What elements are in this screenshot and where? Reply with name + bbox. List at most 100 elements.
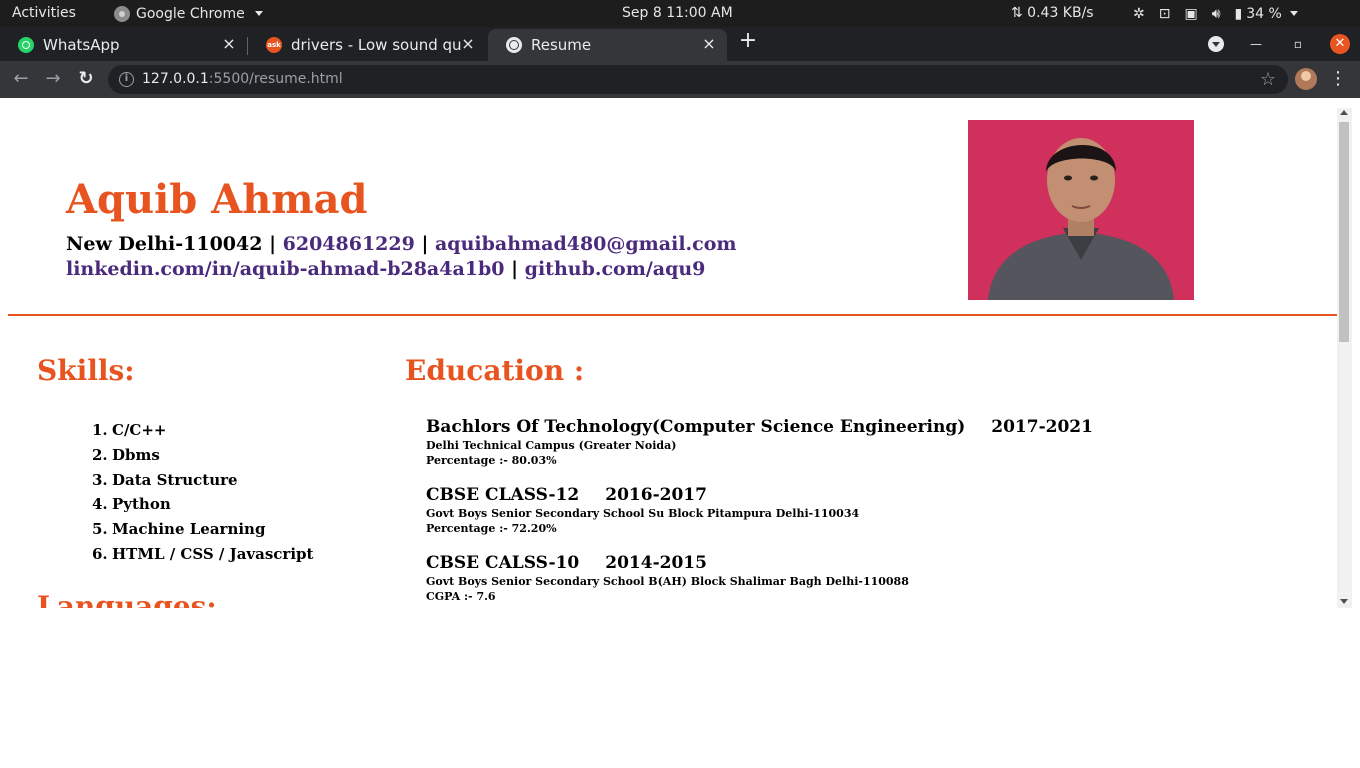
profile-photo [968, 120, 1194, 300]
education-entry: CBSE CALSS-10 2014-2015 Govt Boys Senior … [426, 552, 909, 604]
location: New Delhi-110042 [66, 233, 263, 255]
new-tab-button[interactable]: + [738, 30, 758, 52]
screen-icon[interactable]: ▣ [1184, 1, 1197, 27]
education-title-row: CBSE CLASS-12 2016-2017 [426, 484, 859, 506]
reload-button[interactable]: ↻ [75, 68, 97, 90]
profile-avatar[interactable] [1295, 68, 1317, 90]
window-close-button[interactable]: ✕ [1330, 34, 1350, 54]
scroll-up-arrow-icon[interactable] [1340, 110, 1348, 115]
maximize-button[interactable]: ▫ [1288, 34, 1308, 54]
tab-search-icon[interactable] [1208, 36, 1224, 52]
years: 2016-2017 [605, 485, 707, 505]
skills-heading: Skills: [37, 354, 135, 387]
system-top-bar: Activities Google Chrome Sep 8 11:00 AM … [0, 0, 1360, 27]
education-heading: Education : [405, 354, 585, 387]
scrollbar-thumb[interactable] [1339, 122, 1349, 342]
battery-indicator[interactable]: ▮ 34 % [1235, 1, 1298, 27]
languages-heading: Languages: [37, 590, 217, 608]
tab-title: WhatsApp [43, 36, 120, 54]
resume-name: Aquib Ahmad [66, 176, 368, 223]
browser-toolbar: ← → ↻ i 127.0.0.1:5500/resume.html ☆ [0, 61, 1360, 98]
years: 2014-2015 [605, 553, 707, 573]
skill-item: 6. HTML / CSS / Javascript [92, 544, 314, 563]
skill-label: Data Structure [112, 470, 238, 489]
tab-title: Resume [531, 36, 592, 54]
globe-icon [506, 37, 522, 53]
github-link[interactable]: github.com/aqu9 [525, 258, 706, 280]
separator: | [511, 258, 519, 280]
skill-label: Machine Learning [112, 520, 266, 539]
score: CGPA :- 7.6 [426, 590, 496, 603]
battery-level: 34 % [1246, 5, 1282, 22]
url-text[interactable]: 127.0.0.1:5500/resume.html [142, 71, 343, 87]
slack-icon[interactable]: ✲ [1133, 1, 1145, 27]
whatsapp-icon [18, 37, 34, 53]
tab-drivers[interactable]: ask drivers - Low sound qu × [248, 29, 486, 61]
bookmark-star-icon[interactable]: ☆ [1260, 69, 1276, 90]
forward-button[interactable]: → [42, 68, 64, 90]
drive-icon[interactable]: ⊡ [1159, 1, 1171, 27]
minimize-button[interactable]: — [1246, 34, 1266, 54]
skill-label: Python [112, 495, 171, 514]
url-path: :5500/resume.html [208, 71, 343, 87]
page-scrollbar[interactable] [1337, 108, 1352, 608]
institution: Govt Boys Senior Secondary School B(AH) … [426, 575, 909, 588]
app-menu[interactable]: Google Chrome [114, 0, 263, 27]
skill-item: 5. Machine Learning [92, 520, 266, 539]
chevron-down-icon [1289, 11, 1298, 16]
skill-item: 2. Dbms [92, 445, 160, 464]
close-icon[interactable]: × [221, 36, 237, 52]
education-entry: Bachlors Of Technology(Computer Science … [426, 416, 1093, 468]
system-tray[interactable]: ✲ ⊡ ▣ 🔊︎ ▮ 34 % [1133, 0, 1298, 27]
close-icon[interactable]: × [460, 36, 476, 52]
window-controls: — ▫ ✕ [1208, 34, 1350, 54]
score: Percentage :- 72.20% [426, 522, 557, 535]
skill-item: 4. Python [92, 495, 171, 514]
clock[interactable]: Sep 8 11:00 AM [622, 0, 733, 27]
address-bar[interactable]: i 127.0.0.1:5500/resume.html ☆ [108, 65, 1288, 94]
score: Percentage :- 80.03% [426, 454, 557, 467]
app-menu-label: Google Chrome [136, 5, 245, 22]
institution: Delhi Technical Campus (Greater Noida) [426, 439, 677, 452]
skill-label: C/C++ [112, 421, 167, 439]
tab-title: drivers - Low sound qu [291, 36, 462, 54]
askubuntu-icon: ask [266, 37, 282, 53]
chrome-menu-button[interactable]: ⋮ [1328, 68, 1348, 90]
skills-list: 1. C/C++ 2. Dbms 3. Data Structure 4. Python… [92, 418, 313, 567]
tab-whatsapp[interactable]: WhatsApp × [0, 29, 247, 61]
activities-button[interactable]: Activities [12, 0, 76, 27]
battery-icon: ▮ [1234, 5, 1243, 22]
education-title-row: CBSE CALSS-10 2014-2015 [426, 552, 909, 574]
contact-info: New Delhi-110042 | 6204861229 | aquibahm… [66, 232, 737, 282]
tab-strip: WhatsApp × ask drivers - Low sound qu × … [0, 27, 1360, 61]
volume-icon[interactable]: 🔊︎ [1212, 1, 1221, 27]
degree: CBSE CLASS-12 [426, 485, 580, 505]
contact-line-2: linkedin.com/in/aquib-ahmad-b28a4a1b0 | … [66, 257, 737, 282]
skill-label: Dbms [112, 445, 160, 464]
education-title-row: Bachlors Of Technology(Computer Science … [426, 416, 1093, 438]
degree: CBSE CALSS-10 [426, 553, 580, 573]
chevron-down-icon [254, 11, 263, 16]
info-icon[interactable]: i [119, 72, 134, 87]
scroll-down-arrow-icon[interactable] [1340, 599, 1348, 604]
skill-item: 3. Data Structure [92, 470, 238, 489]
contact-line-1: New Delhi-110042 | 6204861229 | aquibahm… [66, 232, 737, 257]
education-entry: CBSE CLASS-12 2016-2017 Govt Boys Senior … [426, 484, 859, 536]
email-link[interactable]: aquibahmad480@gmail.com [435, 233, 737, 255]
page-viewport: Aquib Ahmad New Delhi-110042 | 620486122… [0, 98, 1337, 608]
close-icon[interactable]: × [701, 36, 717, 52]
phone-link[interactable]: 6204861229 [283, 233, 415, 255]
skill-label: HTML / CSS / Javascript [112, 544, 314, 563]
separator: | [421, 233, 429, 255]
header-divider [8, 314, 1337, 316]
back-button[interactable]: ← [10, 68, 32, 90]
skill-item: 1. C/C++ [92, 421, 167, 439]
url-host: 127.0.0.1 [142, 71, 209, 87]
tab-resume[interactable]: Resume × [488, 29, 727, 61]
separator: | [269, 233, 276, 255]
degree: Bachlors Of Technology(Computer Science … [426, 417, 966, 437]
institution: Govt Boys Senior Secondary School Su Blo… [426, 507, 860, 520]
network-speed: ⇅ 0.43 KB/s [1011, 5, 1094, 21]
years: 2017-2021 [991, 417, 1093, 437]
linkedin-link[interactable]: linkedin.com/in/aquib-ahmad-b28a4a1b0 [66, 258, 505, 280]
